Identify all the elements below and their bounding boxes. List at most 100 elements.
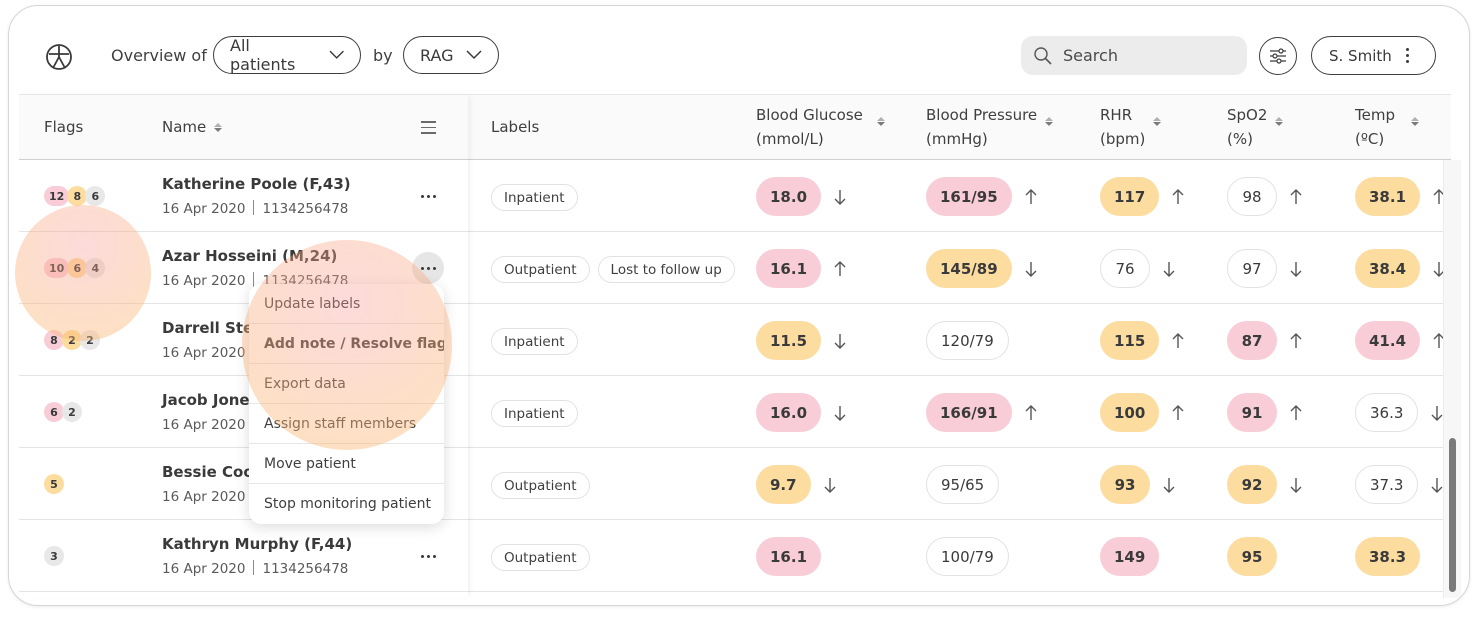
blood-glucose-value[interactable]: 11.5 — [756, 321, 822, 360]
row-more-button[interactable] — [412, 182, 444, 210]
sort-icon[interactable] — [1410, 117, 1419, 126]
patient-row-left[interactable]: 12 8 6 Katherine Poole (F,43) 16 Apr 2020 113… — [19, 160, 468, 232]
column-header-flags[interactable]: Flags — [44, 115, 83, 139]
patient-context-menu: Update labels Add note / Resolve flags Exp… — [249, 284, 444, 524]
label-chip[interactable]: Inpatient — [491, 400, 578, 427]
filter-button[interactable] — [1259, 37, 1297, 75]
menu-item-export-data[interactable]: Export data — [249, 364, 444, 404]
spo2-value[interactable]: 95 — [1227, 537, 1277, 576]
sort-icon[interactable] — [876, 117, 885, 126]
blood-glucose-value[interactable]: 16.0 — [756, 393, 822, 432]
blood-glucose-cell: 9.7 — [756, 465, 837, 504]
flag-badge-red: 6 — [44, 402, 64, 422]
rhr-cell: 115 — [1100, 321, 1185, 360]
column-header-blood-glucose[interactable]: Blood Glucose (mmol/L) — [756, 103, 885, 151]
blood-pressure-value[interactable]: 166/91 — [926, 393, 1012, 432]
patient-labels: Inpatient — [491, 328, 578, 355]
rhr-value[interactable]: 76 — [1100, 249, 1150, 288]
patient-labels: Outpatient — [491, 472, 590, 499]
sort-icon[interactable] — [1275, 117, 1284, 126]
temp-value[interactable]: 41.4 — [1355, 321, 1421, 360]
search-input[interactable] — [1063, 46, 1223, 65]
column-header-temp[interactable]: Temp (ºC) — [1355, 103, 1419, 151]
temp-value[interactable]: 38.4 — [1355, 249, 1421, 288]
column-header-name[interactable]: Name — [162, 115, 223, 139]
temp-cell: 37.3 — [1355, 465, 1444, 504]
label-chip[interactable]: Outpatient — [491, 544, 590, 571]
kebab-icon — [1405, 48, 1409, 63]
temp-cell: 36.3 — [1355, 393, 1444, 432]
last-updated-date: 16 Apr 2020 — [162, 273, 246, 289]
trend-up-icon — [1025, 404, 1037, 420]
label-chip[interactable]: Inpatient — [491, 184, 578, 211]
spo2-value[interactable]: 92 — [1227, 465, 1277, 504]
view-select[interactable]: RAG — [403, 36, 499, 74]
blood-pressure-value[interactable]: 161/95 — [926, 177, 1012, 216]
rhr-value[interactable]: 100 — [1100, 393, 1160, 432]
blood-pressure-cell: 166/91 — [926, 393, 1038, 432]
label-chip[interactable]: Outpatient — [491, 256, 590, 283]
column-header-spo2[interactable]: SpO2 (%) — [1227, 103, 1284, 151]
sort-icon[interactable] — [214, 122, 223, 132]
sort-icon[interactable] — [1153, 117, 1162, 126]
column-label: Labels — [491, 118, 540, 136]
blood-pressure-value[interactable]: 95/65 — [926, 465, 1000, 504]
blood-pressure-value[interactable]: 100/79 — [926, 537, 1009, 576]
patient-labels: Inpatient — [491, 184, 578, 211]
scrollbar-thumb[interactable] — [1449, 438, 1456, 592]
population-select[interactable]: All patients — [213, 36, 361, 74]
column-header-rhr[interactable]: RHR (bpm) — [1100, 103, 1162, 151]
trend-up-icon — [1172, 404, 1184, 420]
logo-icon[interactable] — [45, 43, 73, 71]
patient-name[interactable]: Katherine Poole (F,43) — [162, 175, 351, 193]
spo2-value[interactable]: 87 — [1227, 321, 1277, 360]
patient-row-left[interactable]: 3 Kathryn Murphy (F,44) 16 Apr 2020 1134256… — [19, 520, 468, 592]
blood-glucose-cell: 11.5 — [756, 321, 847, 360]
blood-glucose-value[interactable]: 16.1 — [756, 249, 822, 288]
temp-value[interactable]: 38.3 — [1355, 537, 1421, 576]
temp-value[interactable]: 38.1 — [1355, 177, 1421, 216]
sort-icon[interactable] — [1045, 117, 1054, 126]
patient-name[interactable]: Kathryn Murphy (F,44) — [162, 535, 352, 553]
column-label: Name — [162, 118, 207, 136]
column-header-blood-pressure[interactable]: Blood Pressure (mmHg) — [926, 103, 1054, 151]
blood-glucose-value[interactable]: 16.1 — [756, 537, 822, 576]
rhr-value[interactable]: 115 — [1100, 321, 1160, 360]
menu-item-add-note-resolve-flags[interactable]: Add note / Resolve flags — [249, 324, 444, 364]
label-chip[interactable]: Lost to follow up — [597, 256, 735, 283]
rhr-value[interactable]: 117 — [1100, 177, 1160, 216]
blood-pressure-value[interactable]: 120/79 — [926, 321, 1009, 360]
search-box[interactable] — [1021, 36, 1247, 75]
menu-item-update-labels[interactable]: Update labels — [249, 284, 444, 324]
menu-item-stop-monitoring-patient[interactable]: Stop monitoring patient — [249, 484, 444, 524]
label-chip[interactable]: Inpatient — [491, 328, 578, 355]
rhr-value[interactable]: 149 — [1100, 537, 1160, 576]
row-more-button[interactable] — [412, 252, 444, 284]
flag-badge-grey: 2 — [62, 402, 82, 422]
spo2-value[interactable]: 91 — [1227, 393, 1277, 432]
menu-item-assign-staff-members[interactable]: Assign staff members — [249, 404, 444, 444]
column-label: Blood Glucose (mmol/L) — [756, 106, 863, 148]
spo2-value[interactable]: 98 — [1227, 177, 1277, 216]
temp-value[interactable]: 37.3 — [1355, 465, 1419, 504]
row-more-button[interactable] — [412, 542, 444, 570]
temp-value[interactable]: 36.3 — [1355, 393, 1419, 432]
user-menu-button[interactable]: S. Smith — [1311, 36, 1436, 75]
menu-item-move-patient[interactable]: Move patient — [249, 444, 444, 484]
blood-glucose-value[interactable]: 18.0 — [756, 177, 822, 216]
spo2-cell: 98 — [1227, 177, 1303, 216]
trend-down-icon — [834, 405, 846, 421]
blood-glucose-value[interactable]: 9.7 — [756, 465, 811, 504]
rhr-value[interactable]: 93 — [1100, 465, 1150, 504]
blood-pressure-value[interactable]: 145/89 — [926, 249, 1012, 288]
vertical-scrollbar[interactable] — [1443, 160, 1461, 598]
spo2-cell: 91 — [1227, 393, 1303, 432]
rhr-cell: 117 — [1100, 177, 1185, 216]
spo2-value[interactable]: 97 — [1227, 249, 1277, 288]
trend-down-icon — [834, 333, 846, 349]
rhr-cell: 100 — [1100, 393, 1185, 432]
user-name: S. Smith — [1329, 46, 1392, 65]
column-menu-icon[interactable] — [421, 121, 436, 134]
patient-name[interactable]: Azar Hosseini (M,24) — [162, 247, 337, 265]
label-chip[interactable]: Outpatient — [491, 472, 590, 499]
